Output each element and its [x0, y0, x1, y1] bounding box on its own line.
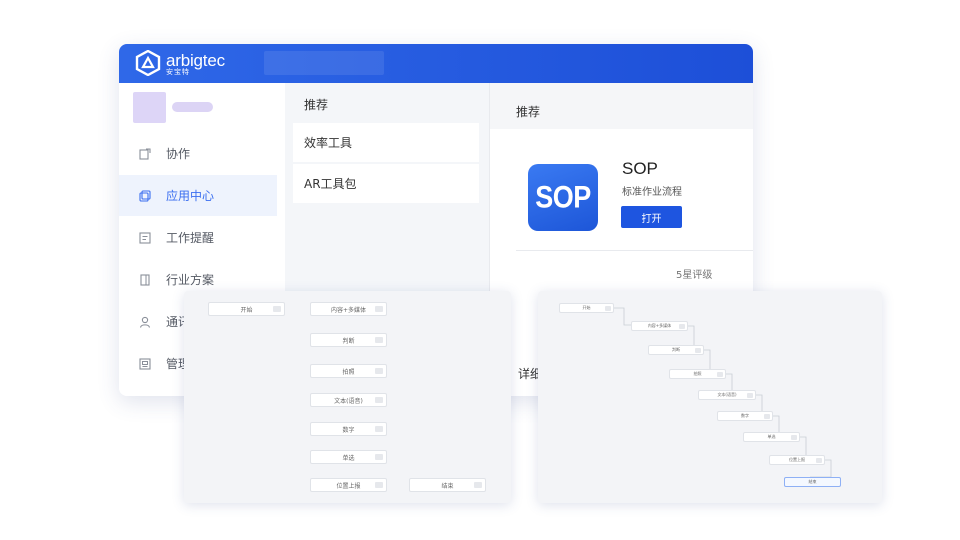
flow-node-text-voice[interactable]: 文本(语音): [310, 393, 387, 407]
node-label: 结束: [808, 479, 817, 484]
flow-node-location[interactable]: 位置上报: [769, 455, 825, 465]
node-label: 单选: [342, 454, 355, 462]
user-name-placeholder: [172, 102, 213, 112]
node-menu-icon[interactable]: [375, 337, 383, 343]
arbigtec-logo-icon: [135, 50, 161, 76]
flow-node-content-media[interactable]: 内容+多媒体: [631, 321, 688, 331]
app-description: 标准作业流程: [622, 187, 682, 198]
node-menu-icon[interactable]: [375, 306, 383, 312]
brand-logo: arbigtec 安宝特: [135, 50, 260, 76]
sidebar-item-app-center[interactable]: 应用中心: [119, 175, 277, 216]
sidebar-item-label: 协作: [166, 147, 191, 161]
flow-node-judge[interactable]: 判断: [310, 333, 387, 347]
flow-node-start[interactable]: 开始: [559, 303, 614, 313]
node-label: 数字: [342, 426, 355, 434]
flow-node-number[interactable]: 数字: [310, 422, 387, 436]
node-label: 内容+多媒体: [330, 306, 367, 314]
rating-label: 5星评级: [676, 270, 713, 281]
node-label: 内容+多媒体: [647, 323, 672, 328]
node-label: 判断: [672, 347, 680, 352]
flow-node-text-voice[interactable]: 文本(语音): [698, 390, 756, 400]
card-divider: [516, 250, 753, 251]
node-label: 开始: [582, 305, 591, 310]
contacts-icon: [139, 316, 151, 328]
flow-node-single-choice[interactable]: 单选: [310, 450, 387, 464]
node-menu-icon[interactable]: [695, 348, 701, 353]
node-label: 文本(语音): [334, 397, 363, 405]
node-menu-icon[interactable]: [605, 306, 611, 311]
node-menu-icon[interactable]: [679, 324, 685, 329]
node-menu-icon[interactable]: [816, 458, 822, 463]
node-menu-icon[interactable]: [747, 393, 753, 398]
flow-node-single-choice[interactable]: 单选: [743, 432, 800, 442]
node-label: 单选: [767, 434, 776, 439]
node-menu-icon[interactable]: [474, 482, 482, 488]
node-label: 拍照: [693, 371, 702, 376]
sop-icon-text: SOP: [535, 179, 591, 215]
sidebar-item-label: 工作提醒: [166, 231, 215, 245]
title-placeholder: [264, 51, 384, 75]
node-menu-icon[interactable]: [375, 426, 383, 432]
node-menu-icon[interactable]: [375, 397, 383, 403]
node-label: 结束: [441, 482, 454, 490]
category-item-efficiency[interactable]: 效率工具: [293, 123, 479, 162]
node-label: 位置上报: [789, 457, 805, 462]
node-label: 拍照: [342, 368, 355, 376]
detail-header: 推荐: [516, 105, 541, 119]
category-item-ar-toolkit[interactable]: AR工具包: [293, 164, 479, 203]
manage-icon: [139, 357, 151, 370]
flow-node-content-media[interactable]: 内容+多媒体: [310, 302, 387, 316]
flow-node-start[interactable]: 开始: [208, 302, 285, 316]
reminder-icon: [139, 231, 151, 244]
node-menu-icon[interactable]: [791, 435, 797, 440]
node-label: 文本(语音): [717, 392, 737, 397]
sidebar-item-collaborate[interactable]: 协作: [119, 133, 277, 174]
collaborate-icon: [139, 147, 151, 160]
sidebar-item-reminder[interactable]: 工作提醒: [119, 217, 277, 258]
flowchart-editor-right: 开始 内容+多媒体 判断 拍照 文本(语音) 数字 单选 位置上报 结束: [538, 291, 882, 503]
sidebar-item-label: 应用中心: [166, 189, 215, 203]
node-label: 开始: [240, 306, 253, 314]
flow-node-judge[interactable]: 判断: [648, 345, 704, 355]
node-menu-icon[interactable]: [375, 368, 383, 374]
app-name: SOP: [622, 159, 658, 178]
node-menu-icon[interactable]: [375, 454, 383, 460]
category-header: 推荐: [304, 98, 329, 112]
flow-node-number[interactable]: 数字: [717, 411, 773, 421]
node-menu-icon[interactable]: [273, 306, 281, 312]
brand-subname: 安宝特: [166, 68, 190, 76]
open-app-button[interactable]: 打开: [621, 206, 682, 228]
node-menu-icon[interactable]: [764, 414, 770, 419]
title-bar: arbigtec 安宝特: [119, 44, 753, 83]
flow-node-end[interactable]: 结束: [409, 478, 486, 492]
node-label: 判断: [342, 337, 355, 345]
node-label: 位置上报: [336, 482, 361, 490]
avatar[interactable]: [133, 92, 166, 123]
node-menu-icon[interactable]: [717, 372, 723, 377]
sop-app-icon[interactable]: SOP: [528, 164, 598, 231]
node-label: 数字: [741, 413, 749, 418]
sidebar-item-label: 行业方案: [166, 273, 215, 287]
flow-node-location[interactable]: 位置上报: [310, 478, 387, 492]
app-center-icon: [139, 189, 151, 202]
flow-node-photo[interactable]: 拍照: [669, 369, 726, 379]
node-menu-icon[interactable]: [375, 482, 383, 488]
flowchart-editor-left: 开始 内容+多媒体 判断 拍照 文本(语音) 数字 单选 位置上报 结束: [184, 291, 511, 503]
flow-node-end[interactable]: 结束: [784, 477, 841, 487]
flow-node-photo[interactable]: 拍照: [310, 364, 387, 378]
book-icon: [139, 273, 151, 286]
